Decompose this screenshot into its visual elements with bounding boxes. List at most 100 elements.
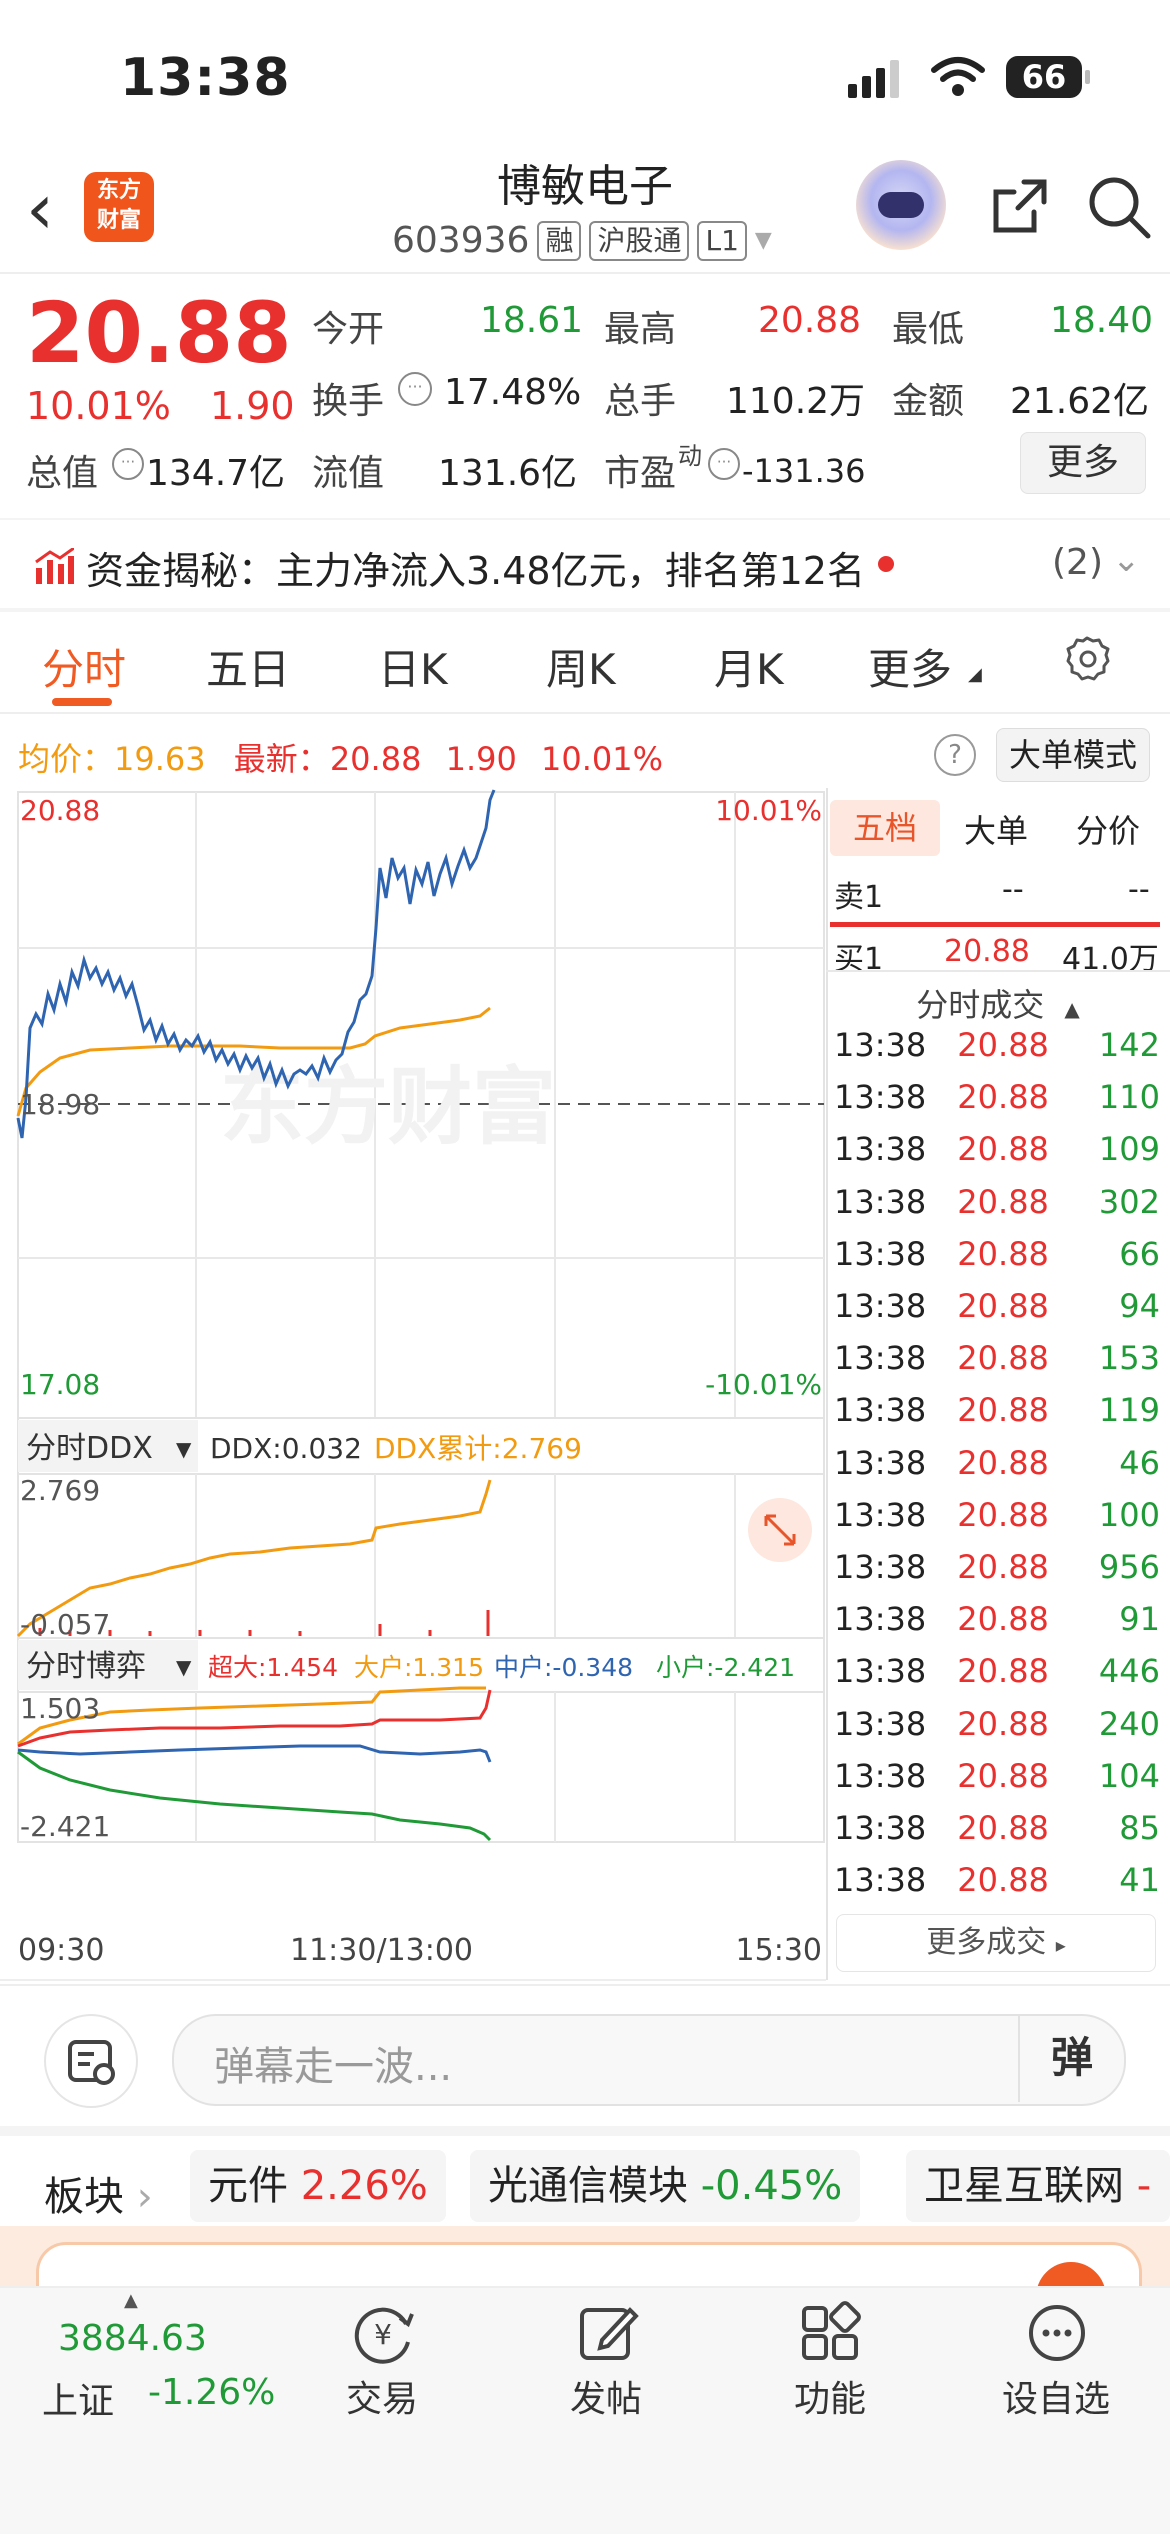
- post-icon[interactable]: [572, 2298, 642, 2368]
- chart-bottom-divider: [0, 1984, 1170, 1986]
- unread-dot: [878, 556, 894, 572]
- trade-vol: 46: [1119, 1443, 1160, 1482]
- stock-code: 603936: [392, 220, 530, 261]
- info-icon[interactable]: ···: [398, 372, 432, 406]
- trade-price: 20.88: [957, 1078, 1049, 1117]
- tab-more[interactable]: 更多: [868, 636, 952, 697]
- latest-pct: 10.01%: [541, 740, 664, 778]
- tab-daily-k[interactable]: 日K: [378, 636, 448, 697]
- total-mv-label: 总值: [26, 453, 99, 494]
- trade-row: 13:38 20.88 446: [834, 1652, 1160, 1690]
- tab-monthly-k[interactable]: 月K: [714, 636, 784, 697]
- sector-name: 光通信模块: [488, 2163, 688, 2209]
- svg-text:¥: ¥: [374, 2318, 392, 2351]
- game-big: 大户:1.315: [354, 1653, 484, 1682]
- tab-five-day[interactable]: 五日: [206, 636, 290, 697]
- trade-icon[interactable]: ¥: [348, 2298, 418, 2368]
- tab-five-levels[interactable]: 五档: [830, 800, 940, 856]
- tab-indicator: [52, 698, 112, 706]
- info-icon[interactable]: ···: [708, 448, 740, 480]
- trade-row: 13:38 20.88 85: [834, 1809, 1160, 1847]
- big-order-mode-button[interactable]: 大单模式: [996, 728, 1150, 782]
- nav-watchlist[interactable]: 设自选: [986, 2370, 1126, 2422]
- avg-label: 均价：: [18, 740, 115, 778]
- amount-label: 金额: [892, 381, 965, 422]
- index-value[interactable]: 3884.63: [58, 2318, 207, 2359]
- more-button[interactable]: 更多: [1020, 432, 1146, 494]
- stock-code-row[interactable]: 603936 融 沪股通 L1 ▼: [392, 220, 772, 261]
- trade-price: 20.88: [957, 1182, 1049, 1221]
- index-name[interactable]: 上证: [42, 2372, 114, 2424]
- sector-chip[interactable]: 卫星互联网 -: [906, 2150, 1170, 2222]
- help-icon[interactable]: ?: [934, 734, 976, 776]
- sector-pct: -: [1136, 2163, 1152, 2209]
- pct-top-label: 10.01%: [715, 794, 822, 827]
- trade-vol: 153: [1098, 1339, 1160, 1378]
- sector-name: 卫星互联网: [924, 2163, 1124, 2209]
- section-gap: [0, 2126, 1170, 2136]
- trade-vol: 94: [1119, 1287, 1160, 1325]
- more-trades-button[interactable]: 更多成交 ▸: [836, 1914, 1156, 1972]
- nav-functions[interactable]: 功能: [760, 2370, 900, 2422]
- trade-time: 13:38: [834, 1495, 927, 1534]
- tab-price-dist[interactable]: 分价: [1076, 806, 1140, 852]
- functions-icon[interactable]: [796, 2298, 866, 2368]
- trade-row: 13:38 20.88 46: [834, 1444, 1160, 1482]
- danmaku-send-button[interactable]: 弹: [1018, 2014, 1124, 2102]
- open-label: 今开: [312, 309, 385, 350]
- share-icon[interactable]: [990, 176, 1050, 236]
- trade-time: 13:38: [834, 1704, 927, 1743]
- trade-time: 13:38: [834, 1182, 927, 1221]
- trade-price: 20.88: [957, 1809, 1049, 1847]
- trades-title-text: 分时成交: [916, 986, 1045, 1024]
- trade-vol: 41: [1119, 1861, 1160, 1900]
- trade-price: 20.88: [957, 1287, 1049, 1325]
- watchlist-icon[interactable]: [1022, 2298, 1092, 2368]
- pct-bottom-label: -10.01%: [705, 1368, 822, 1401]
- trade-price: 20.88: [957, 1600, 1049, 1639]
- trade-row: 13:38 20.88 240: [834, 1705, 1160, 1743]
- ddx-panel-frame: [17, 1473, 825, 1639]
- pe-label: 市盈: [604, 453, 677, 494]
- danmaku-toggle-button[interactable]: [44, 2014, 138, 2108]
- last-price: 20.88: [26, 284, 292, 382]
- sector-chip[interactable]: 元件 2.26%: [190, 2150, 446, 2222]
- amount-value: 21.62亿: [1010, 381, 1150, 422]
- trade-vol: 119: [1098, 1391, 1160, 1430]
- tab-big-orders[interactable]: 大单: [964, 806, 1028, 852]
- trades-title[interactable]: 分时成交 ▲: [826, 980, 1170, 1026]
- price-mid-label: 18.98: [20, 1088, 100, 1121]
- gear-icon[interactable]: [1062, 634, 1112, 684]
- pe-superscript: 动: [678, 442, 702, 470]
- fund-chart-icon: [35, 548, 74, 584]
- trade-price: 20.88: [957, 1339, 1049, 1378]
- latest-label: 最新：: [233, 740, 330, 778]
- volume-label: 总手: [604, 381, 677, 422]
- game-small: 小户:-2.421: [656, 1653, 795, 1682]
- chevron-down-icon[interactable]: ⌄: [1112, 540, 1141, 580]
- search-icon[interactable]: [1086, 174, 1152, 240]
- float-mv-value: 131.6亿: [438, 453, 578, 494]
- latest-change: 1.90: [445, 740, 517, 778]
- nav-post[interactable]: 发帖: [536, 2370, 676, 2422]
- trade-vol: 446: [1098, 1652, 1160, 1691]
- open-value: 18.61: [480, 300, 584, 341]
- wifi-icon: [931, 57, 985, 96]
- x-start-label: 09:30: [18, 1933, 104, 1968]
- sector-chip[interactable]: 光通信模块 -0.45%: [470, 2150, 861, 2222]
- info-icon[interactable]: ···: [112, 448, 144, 480]
- trade-time: 13:38: [834, 1443, 927, 1482]
- trade-price: 20.88: [957, 1026, 1049, 1064]
- trade-row: 13:38 20.88 41: [834, 1861, 1160, 1899]
- trade-vol: 66: [1119, 1234, 1160, 1273]
- intraday-chart[interactable]: 东方财富 20.88 18.98 17.08 10.01% -10.01% 分时…: [0, 788, 826, 1988]
- sector-label[interactable]: 板块 ›: [44, 2164, 153, 2222]
- index-change[interactable]: -1.26%: [148, 2372, 275, 2413]
- panel-divider: [826, 970, 1170, 972]
- tab-weekly-k[interactable]: 周K: [546, 636, 616, 697]
- tabs-divider: [0, 712, 1170, 714]
- robot-assistant-icon[interactable]: [856, 160, 946, 250]
- tab-intraday[interactable]: 分时: [42, 636, 126, 697]
- nav-trade[interactable]: 交易: [312, 2370, 452, 2422]
- volume-value: 110.2万: [726, 381, 866, 422]
